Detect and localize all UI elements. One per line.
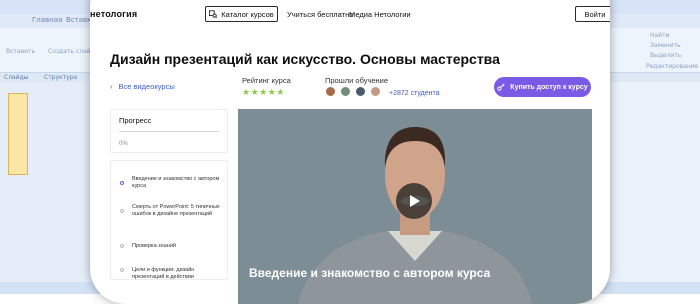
chevron-left-icon: ‹ — [110, 82, 113, 91]
students-count[interactable]: +2872 студента — [389, 90, 440, 97]
lesson-title: Цели и функции: дизайн презентаций в дей… — [132, 267, 195, 281]
student-avatars — [325, 86, 381, 97]
lesson-status-dot — [120, 181, 124, 185]
video-caption: Введение и знакомство с автором курса — [249, 266, 491, 280]
nav-study-free[interactable]: Учиться бесплатно — [287, 10, 353, 19]
login-button[interactable]: Войти — [575, 6, 610, 22]
avatar — [325, 86, 336, 97]
nav-media[interactable]: Медиа Нетологии — [349, 10, 411, 19]
lesson-title: Смерть от PowerPoint: 5 типичных ошибок … — [132, 204, 220, 218]
catalog-button-label: Каталог курсов — [221, 9, 274, 19]
back-to-courses-link[interactable]: ‹ Все видеокурсы — [110, 82, 175, 91]
star-icon: ★ — [250, 87, 260, 97]
ppt-tab-home[interactable]: Главная — [32, 16, 62, 24]
passed-label: Прошли обучение — [325, 76, 389, 85]
key-icon — [497, 83, 505, 91]
back-link-label: Все видеокурсы — [118, 82, 175, 91]
avatar — [370, 86, 381, 97]
lesson-status-dot — [120, 244, 124, 248]
avatar — [355, 86, 366, 97]
progress-panel: Прогресс 0% — [110, 109, 228, 153]
ppt-outline-tab[interactable]: Структура — [44, 74, 77, 81]
lesson-title: Проверка знаний — [132, 243, 176, 249]
site-header: нетология Каталог курсов Учиться бесплат… — [90, 0, 610, 30]
login-button-label: Войти — [584, 9, 606, 19]
rating-stars: ★★★★★ — [242, 87, 285, 98]
lesson-list: Введение и знакомство с автором курса См… — [110, 160, 228, 280]
catalog-icon — [209, 10, 218, 18]
star-icon: ★ — [242, 87, 251, 97]
ppt-slide-thumbnail[interactable] — [8, 93, 28, 175]
buy-access-button[interactable]: Купить доступ к курсу — [494, 77, 591, 97]
play-button[interactable] — [396, 183, 432, 219]
course-page-window: нетология Каталог курсов Учиться бесплат… — [90, 0, 610, 304]
play-icon — [410, 195, 420, 207]
course-title: Дизайн презентаций как искусство. Основы… — [110, 51, 500, 67]
ppt-new-slide-label[interactable]: Создать слайд — [48, 48, 95, 55]
star-icon: ★ — [259, 87, 268, 97]
avatar — [340, 86, 351, 97]
ppt-editing-group-label: Редактирование — [646, 63, 699, 70]
ppt-replace-label[interactable]: Заменить — [650, 42, 681, 49]
progress-value: 0% — [119, 141, 128, 147]
ppt-paste-label[interactable]: Вставить — [6, 48, 35, 55]
catalog-button[interactable]: Каталог курсов — [205, 6, 278, 22]
ppt-find-label[interactable]: Найти — [650, 32, 669, 39]
video-player[interactable]: Введение и знакомство с автором курса — [238, 109, 592, 304]
progress-title: Прогресс — [119, 116, 152, 125]
lesson-title: Введение и знакомство с автором курса — [132, 176, 220, 190]
lesson-status-dot — [120, 209, 124, 213]
progress-bar — [119, 131, 219, 132]
lesson-status-dot — [120, 268, 124, 272]
ppt-select-label[interactable]: Выделить — [650, 52, 681, 59]
star-icon: ★ — [276, 87, 285, 97]
buy-button-label: Купить доступ к курсу — [510, 83, 588, 91]
site-logo[interactable]: нетология — [90, 9, 137, 19]
ppt-slides-tab[interactable]: Слайды — [4, 74, 29, 81]
rating-label: Рейтинг курса — [242, 76, 291, 85]
